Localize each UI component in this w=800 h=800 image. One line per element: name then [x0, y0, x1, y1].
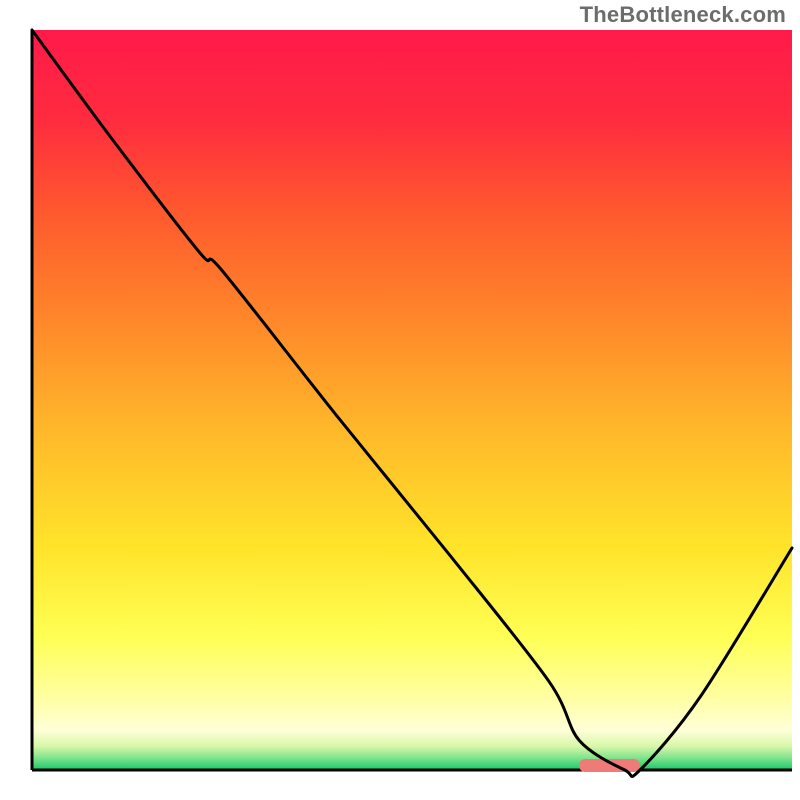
- plot-background: [32, 30, 792, 770]
- bottleneck-chart: [0, 0, 800, 800]
- watermark-text: TheBottleneck.com: [580, 2, 786, 28]
- chart-wrapper: TheBottleneck.com: [0, 0, 800, 800]
